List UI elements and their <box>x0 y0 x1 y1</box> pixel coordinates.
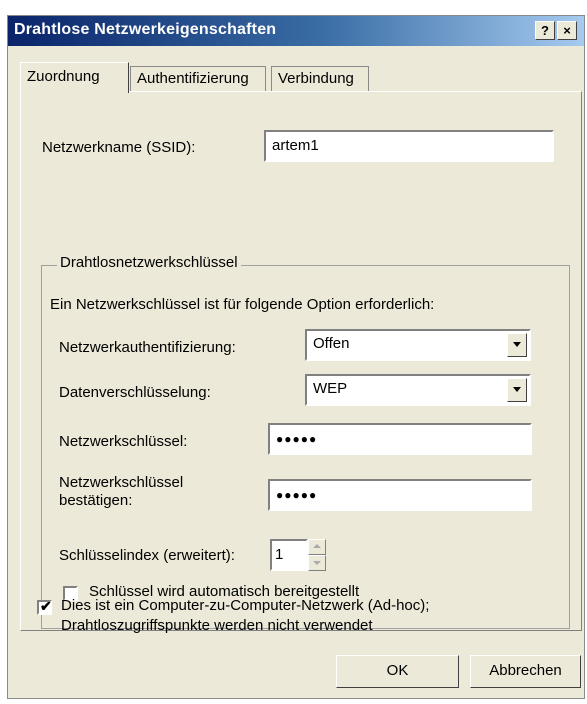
tab-zuordnung[interactable]: Zuordnung <box>20 62 129 93</box>
key-input[interactable]: ●●●●● <box>268 423 532 455</box>
spin-down-icon[interactable] <box>308 555 326 571</box>
key-confirm-input[interactable]: ●●●●● <box>268 479 532 511</box>
ssid-label: Netzwerkname (SSID): <box>42 139 196 156</box>
cancel-button[interactable]: Abbrechen <box>470 655 581 688</box>
adhoc-label: Dies ist ein Computer-zu-Computer-Netzwe… <box>61 596 429 636</box>
spin-up-icon[interactable] <box>308 539 326 555</box>
chevron-down-icon[interactable] <box>507 378 527 402</box>
adhoc-label-line1: Dies ist ein Computer-zu-Computer-Netzwe… <box>61 597 430 614</box>
key-confirm-label-line1: Netzwerkschlüssel <box>59 474 184 491</box>
help-button[interactable]: ? <box>535 21 555 40</box>
encryption-select[interactable]: WEP <box>305 374 531 406</box>
title-bar[interactable]: Drahtlose Netzwerkeigenschaften ? × <box>8 16 584 46</box>
key-confirm-label-line2: bestätigen: <box>59 492 133 509</box>
tab-authentifizierung[interactable]: Authentifizierung <box>130 66 266 92</box>
key-confirm-label: Netzwerkschlüssel bestätigen: <box>59 474 183 510</box>
key-label: Netzwerkschlüssel: <box>59 433 188 450</box>
auth-label: Netzwerkauthentifizierung: <box>59 339 236 356</box>
adhoc-checkbox[interactable]: ✔ <box>37 598 52 615</box>
tab-panel-zuordnung: Netzwerkname (SSID): artem1 Drahtlosnetz… <box>20 91 582 631</box>
chevron-down-icon[interactable] <box>507 333 527 357</box>
auth-value: Offen <box>313 335 350 352</box>
adhoc-label-line2: Drahtloszugriffspunkte werden nicht verw… <box>61 617 373 634</box>
ssid-input[interactable]: artem1 <box>264 130 554 162</box>
check-icon: ✔ <box>40 598 52 614</box>
key-index-spinner[interactable]: 1 <box>270 539 328 571</box>
ok-button[interactable]: OK <box>336 655 459 688</box>
encryption-value: WEP <box>313 380 348 397</box>
dialog-title: Drahtlose Netzwerkeigenschaften <box>14 21 277 38</box>
tab-verbindung[interactable]: Verbindung <box>271 66 369 92</box>
close-button[interactable]: × <box>557 21 577 40</box>
key-index-label: Schlüsselindex (erweitert): <box>59 547 235 564</box>
key-required-text: Ein Netzwerkschlüssel ist für folgende O… <box>50 296 435 313</box>
encryption-label: Datenverschlüsselung: <box>59 384 211 401</box>
dialog-window: Drahtlose Netzwerkeigenschaften ? × Zuor… <box>7 15 585 699</box>
key-index-value[interactable]: 1 <box>270 539 308 571</box>
wireless-key-legend: Drahtlosnetzwerkschlüssel <box>57 254 241 271</box>
auth-select[interactable]: Offen <box>305 329 531 361</box>
